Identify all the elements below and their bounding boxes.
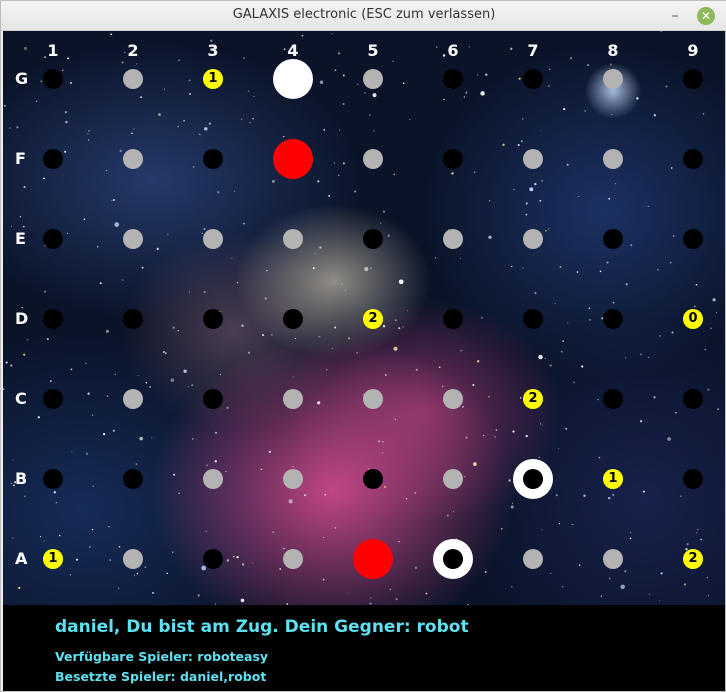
- column-label-8: 8: [607, 41, 619, 60]
- row-label-F: F: [15, 149, 26, 168]
- cell-unprobed-B2[interactable]: [123, 469, 143, 489]
- cell-count-G3[interactable]: 1: [203, 69, 223, 89]
- column-label-6: 6: [447, 41, 459, 60]
- column-label-9: 9: [687, 41, 699, 60]
- cell-empty-F5[interactable]: [363, 149, 383, 169]
- cell-unprobed-C9[interactable]: [683, 389, 703, 409]
- column-label-7: 7: [527, 41, 539, 60]
- cell-empty-A8[interactable]: [603, 549, 623, 569]
- cell-empty-A4[interactable]: [283, 549, 303, 569]
- status-panel: daniel, Du bist am Zug. Dein Gegner: rob…: [3, 605, 725, 691]
- cell-empty-C5[interactable]: [363, 389, 383, 409]
- row-label-G: G: [15, 69, 29, 88]
- cell-unprobed-B1[interactable]: [43, 469, 63, 489]
- cell-empty-E3[interactable]: [203, 229, 223, 249]
- cell-empty-C6[interactable]: [443, 389, 463, 409]
- available-players: Verfügbare Spieler: roboteasy: [55, 649, 269, 664]
- cell-unprobed-B9[interactable]: [683, 469, 703, 489]
- window-title: GALAXIS electronic (ESC zum verlassen): [232, 7, 496, 22]
- column-label-4: 4: [287, 41, 299, 60]
- cell-ship-hit-F4[interactable]: [273, 139, 313, 179]
- cell-empty-A7[interactable]: [523, 549, 543, 569]
- row-label-B: B: [15, 469, 28, 488]
- cell-unprobed-E9[interactable]: [683, 229, 703, 249]
- row-label-E: E: [15, 229, 26, 248]
- cell-empty-C4[interactable]: [283, 389, 303, 409]
- cell-unprobed-F1[interactable]: [43, 149, 63, 169]
- row-label-A: A: [15, 549, 28, 568]
- cell-unprobed-D7[interactable]: [523, 309, 543, 329]
- cell-ship-found-A6[interactable]: [433, 539, 473, 579]
- cell-empty-G2[interactable]: [123, 69, 143, 89]
- title-bar[interactable]: GALAXIS electronic (ESC zum verlassen) –…: [1, 1, 726, 31]
- column-label-5: 5: [367, 41, 379, 60]
- cell-unprobed-D4[interactable]: [283, 309, 303, 329]
- cell-unprobed-B5[interactable]: [363, 469, 383, 489]
- galaxy-board: 123456789GFEDCBA1202112: [3, 31, 725, 605]
- cell-unprobed-A3[interactable]: [203, 549, 223, 569]
- cell-empty-F7[interactable]: [523, 149, 543, 169]
- cell-ship-hit-A5[interactable]: [353, 539, 393, 579]
- occupied-players: Besetzte Spieler: daniel,robot: [55, 669, 267, 684]
- cell-empty-F2[interactable]: [123, 149, 143, 169]
- cell-empty-G5[interactable]: [363, 69, 383, 89]
- cell-empty-E6[interactable]: [443, 229, 463, 249]
- cell-unprobed-G7[interactable]: [523, 69, 543, 89]
- cell-empty-E4[interactable]: [283, 229, 303, 249]
- cell-ship-G4[interactable]: [273, 59, 313, 99]
- game-window: GALAXIS electronic (ESC zum verlassen) –…: [0, 0, 726, 692]
- cell-unprobed-D6[interactable]: [443, 309, 463, 329]
- column-label-1: 1: [47, 41, 59, 60]
- cell-empty-B3[interactable]: [203, 469, 223, 489]
- cell-unprobed-C8[interactable]: [603, 389, 623, 409]
- cell-unprobed-C3[interactable]: [203, 389, 223, 409]
- cell-unprobed-D3[interactable]: [203, 309, 223, 329]
- cell-unprobed-G6[interactable]: [443, 69, 463, 89]
- cell-count-D5[interactable]: 2: [363, 309, 383, 329]
- row-label-D: D: [15, 309, 29, 328]
- cell-empty-B4[interactable]: [283, 469, 303, 489]
- cell-unprobed-D1[interactable]: [43, 309, 63, 329]
- cell-unprobed-E5[interactable]: [363, 229, 383, 249]
- cell-empty-E2[interactable]: [123, 229, 143, 249]
- cell-empty-B6[interactable]: [443, 469, 463, 489]
- cell-unprobed-C1[interactable]: [43, 389, 63, 409]
- cell-empty-C2[interactable]: [123, 389, 143, 409]
- cell-unprobed-D8[interactable]: [603, 309, 623, 329]
- cell-unprobed-E8[interactable]: [603, 229, 623, 249]
- cell-empty-A2[interactable]: [123, 549, 143, 569]
- cell-unprobed-E1[interactable]: [43, 229, 63, 249]
- cell-count-C7[interactable]: 2: [523, 389, 543, 409]
- column-label-2: 2: [127, 41, 139, 60]
- row-label-C: C: [15, 389, 27, 408]
- cell-unprobed-F3[interactable]: [203, 149, 223, 169]
- cell-unprobed-D2[interactable]: [123, 309, 143, 329]
- cell-empty-F8[interactable]: [603, 149, 623, 169]
- cell-count-D9[interactable]: 0: [683, 309, 703, 329]
- cell-empty-E7[interactable]: [523, 229, 543, 249]
- cell-unprobed-F6[interactable]: [443, 149, 463, 169]
- close-button[interactable]: ✕: [697, 7, 715, 25]
- cell-ship-found-B7[interactable]: [513, 459, 553, 499]
- cell-unprobed-F9[interactable]: [683, 149, 703, 169]
- cell-count-A9[interactable]: 2: [683, 549, 703, 569]
- cell-empty-G8[interactable]: [603, 69, 623, 89]
- column-label-3: 3: [207, 41, 219, 60]
- cell-count-A1[interactable]: 1: [43, 549, 63, 569]
- cell-unprobed-G1[interactable]: [43, 69, 63, 89]
- minimize-button[interactable]: –: [665, 6, 685, 26]
- cell-unprobed-G9[interactable]: [683, 69, 703, 89]
- turn-message: daniel, Du bist am Zug. Dein Gegner: rob…: [55, 617, 469, 637]
- cell-count-B8[interactable]: 1: [603, 469, 623, 489]
